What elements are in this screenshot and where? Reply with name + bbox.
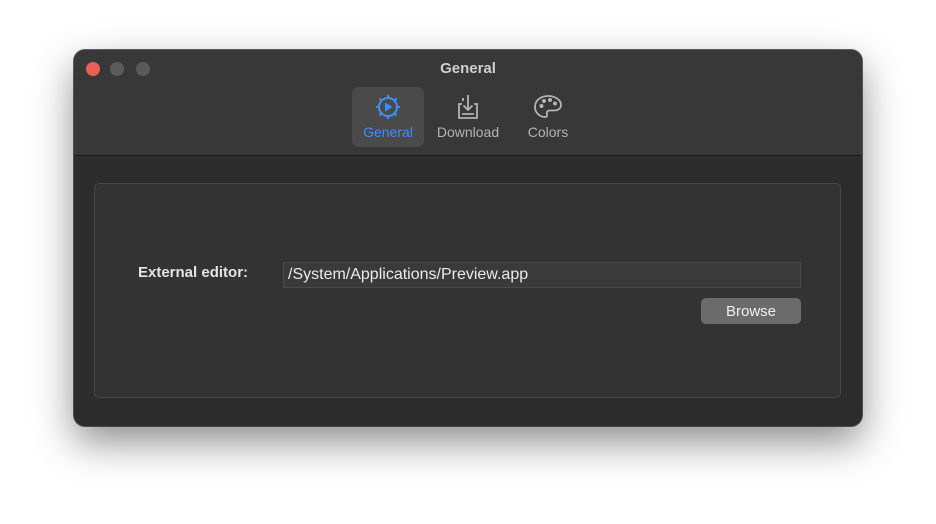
gear-icon xyxy=(376,95,400,119)
browse-button[interactable]: Browse xyxy=(701,298,801,324)
window-title: General xyxy=(440,60,496,77)
external-editor-label: External editor: xyxy=(138,264,249,281)
tab-download[interactable]: Download xyxy=(432,87,504,147)
title-bar: General General Download Colors xyxy=(74,50,862,156)
preferences-window: General General Download Colors External… xyxy=(74,50,862,426)
tab-general[interactable]: General xyxy=(352,87,424,147)
download-tray-icon xyxy=(458,95,478,119)
tab-colors-label: Colors xyxy=(527,124,569,140)
tab-download-label: Download xyxy=(436,124,500,140)
tab-colors[interactable]: Colors xyxy=(512,87,584,147)
palette-icon xyxy=(534,95,562,118)
external-editor-path-input[interactable] xyxy=(283,262,801,288)
general-settings-panel: External editor: Browse xyxy=(94,183,841,398)
tab-general-label: General xyxy=(363,124,413,140)
